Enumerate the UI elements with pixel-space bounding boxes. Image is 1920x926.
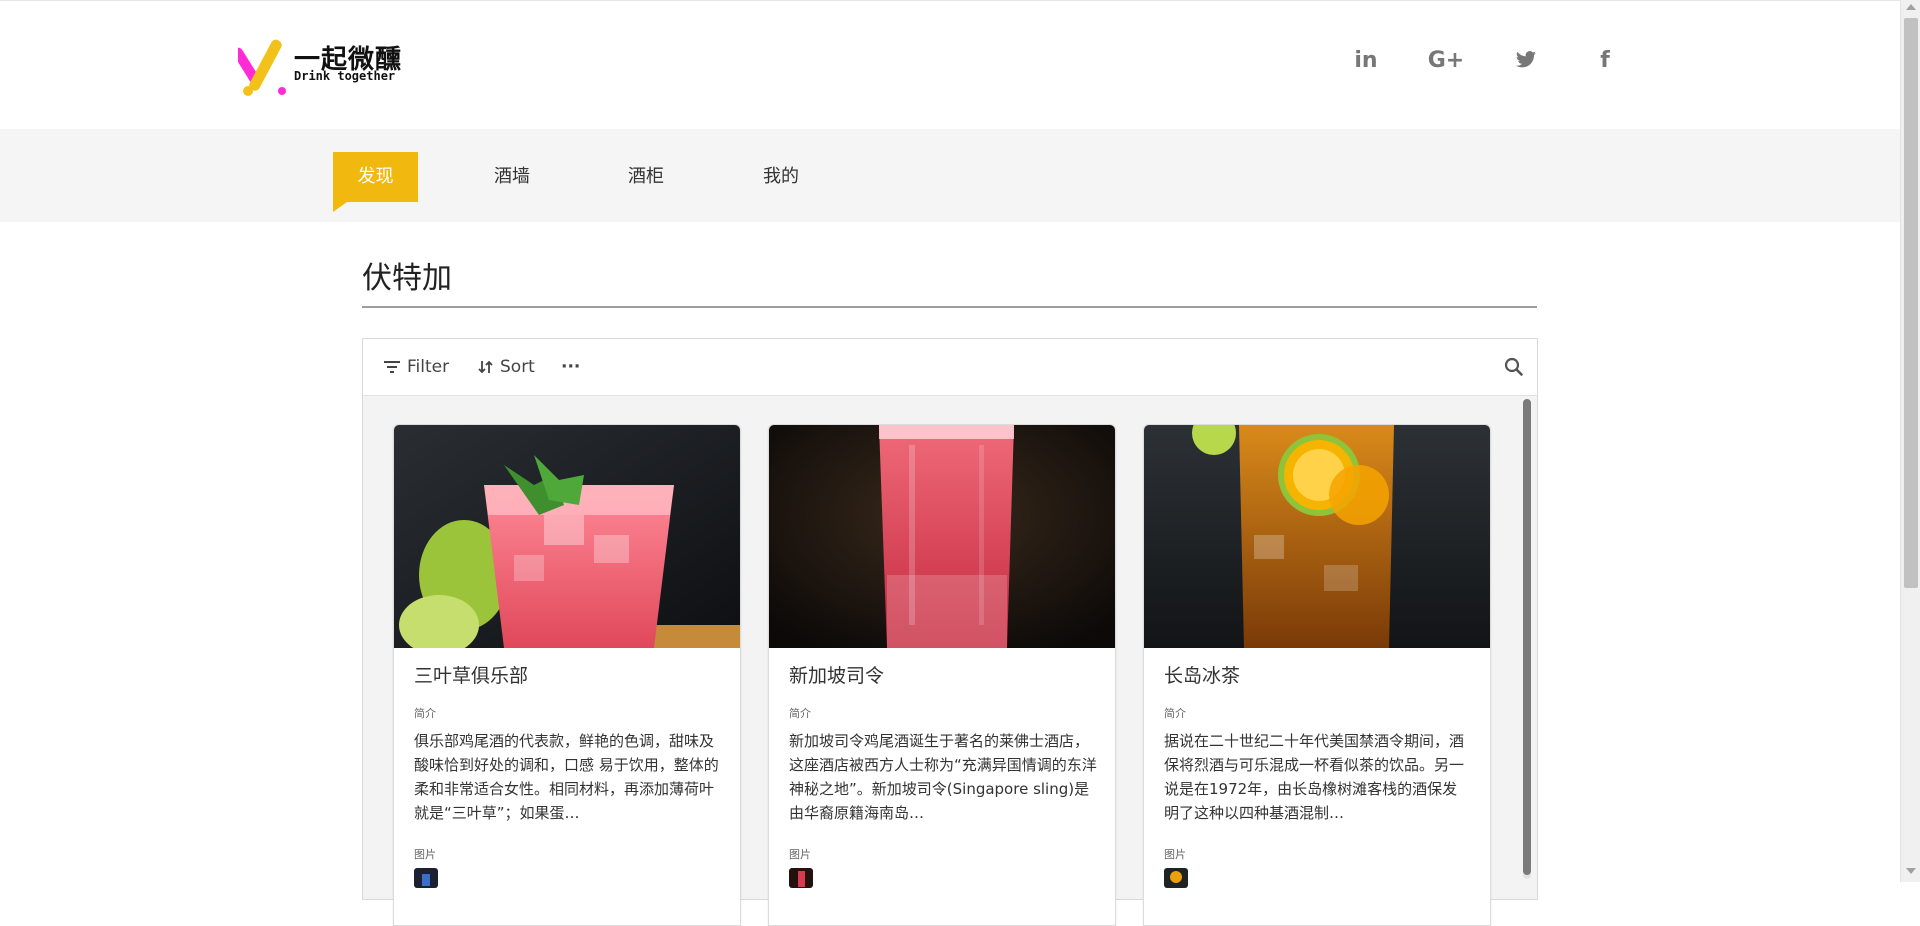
- card-description: 据说在二十世纪二十年代美国禁酒令期间，酒保将烈酒与可乐混成一杯看似茶的饮品。另一…: [1164, 732, 1465, 822]
- facebook-icon: f: [1600, 47, 1610, 73]
- nav-tab-label: 酒墙: [494, 166, 530, 187]
- card-description: 俱乐部鸡尾酒的代表款，鲜艳的色调，甜味及酸味恰到好处的调和，口感 易于饮用，整体…: [414, 732, 719, 822]
- site-header: 一起微醺 Drink together in G+ f: [0, 1, 1900, 129]
- page-scrollbar[interactable]: [1900, 0, 1920, 882]
- title-divider: [362, 306, 1537, 308]
- twitter-link[interactable]: [1508, 45, 1544, 75]
- gallery-scrollbar[interactable]: [1523, 399, 1531, 879]
- logo-mark-icon: [238, 39, 286, 96]
- filter-icon: [384, 361, 400, 373]
- card-description: 新加坡司令鸡尾酒诞生于著名的莱佛士酒店，这座酒店被西方人士称为“充满异国情调的东…: [789, 732, 1097, 822]
- card-image-label: 图片: [414, 848, 436, 861]
- nav-tab-discover[interactable]: 发现: [333, 152, 418, 202]
- gallery-scrollbar-thumb[interactable]: [1523, 399, 1531, 875]
- page-scrollbar-thumb[interactable]: [1904, 18, 1918, 588]
- sort-button[interactable]: Sort: [478, 355, 535, 379]
- main-nav: 发现 酒墙 酒柜 我的: [0, 129, 1900, 222]
- red-cocktail-photo: [394, 425, 740, 648]
- nav-tab-wine-wall[interactable]: 酒墙: [472, 152, 552, 202]
- gallery-toolbar: Filter Sort ···: [363, 339, 1537, 396]
- filter-button[interactable]: Filter: [383, 355, 449, 379]
- card-thumbnail-icon: [1164, 868, 1188, 888]
- iced-tea-photo: [1144, 425, 1490, 648]
- pink-highball-photo: [769, 425, 1115, 648]
- nav-tab-label: 我的: [763, 166, 799, 187]
- linkedin-icon: in: [1354, 47, 1378, 73]
- card-thumbnail-icon: [414, 868, 438, 888]
- facebook-link[interactable]: f: [1587, 45, 1623, 75]
- card-intro-label: 简介: [414, 707, 436, 720]
- brand-tagline: Drink together: [294, 69, 396, 83]
- linkedin-link[interactable]: in: [1348, 45, 1384, 75]
- brand-logo[interactable]: 一起微醺 Drink together: [238, 31, 401, 97]
- nav-tab-label: 酒柜: [628, 166, 664, 187]
- cocktail-card-long-island-iced-tea[interactable]: 长岛冰茶 简介 据说在二十世纪二十年代美国禁酒令期间，酒保将烈酒与可乐混成一杯看…: [1143, 424, 1491, 926]
- card-title: 长岛冰茶: [1164, 665, 1241, 687]
- nav-tab-label: 发现: [357, 166, 394, 187]
- more-options-button[interactable]: ···: [561, 355, 580, 379]
- more-options-icon: ···: [561, 357, 581, 377]
- filter-label: Filter: [407, 357, 450, 377]
- search-icon[interactable]: [1503, 356, 1525, 378]
- scroll-down-arrow-icon[interactable]: [1906, 868, 1916, 874]
- google-plus-icon: G+: [1427, 47, 1465, 73]
- twitter-icon: [1515, 51, 1537, 68]
- google-plus-link[interactable]: G+: [1427, 45, 1465, 75]
- nav-tab-cabinet[interactable]: 酒柜: [606, 152, 686, 202]
- page-title: 伏特加: [362, 261, 452, 296]
- cocktail-card-singapore-sling[interactable]: 新加坡司令 简介 新加坡司令鸡尾酒诞生于著名的莱佛士酒店，这座酒店被西方人士称为…: [768, 424, 1116, 926]
- gallery-view: Filter Sort ··· 三叶草俱乐部 简介 俱乐部鸡尾酒的代表款，鲜艳的…: [362, 338, 1538, 926]
- nav-tab-mine[interactable]: 我的: [741, 152, 821, 202]
- card-image-label: 图片: [789, 848, 811, 861]
- cocktail-card-clover-club[interactable]: 三叶草俱乐部 简介 俱乐部鸡尾酒的代表款，鲜艳的色调，甜味及酸味恰到好处的调和，…: [393, 424, 741, 926]
- card-title: 三叶草俱乐部: [414, 665, 529, 687]
- sort-icon: [478, 360, 493, 374]
- card-thumbnail-icon: [789, 868, 813, 888]
- card-intro-label: 简介: [1164, 707, 1186, 720]
- active-tab-marker: [333, 202, 347, 212]
- card-title: 新加坡司令: [789, 665, 885, 687]
- card-intro-label: 简介: [789, 707, 811, 720]
- scroll-up-arrow-icon[interactable]: [1906, 4, 1916, 10]
- sort-label: Sort: [500, 357, 535, 377]
- card-image-label: 图片: [1164, 848, 1186, 861]
